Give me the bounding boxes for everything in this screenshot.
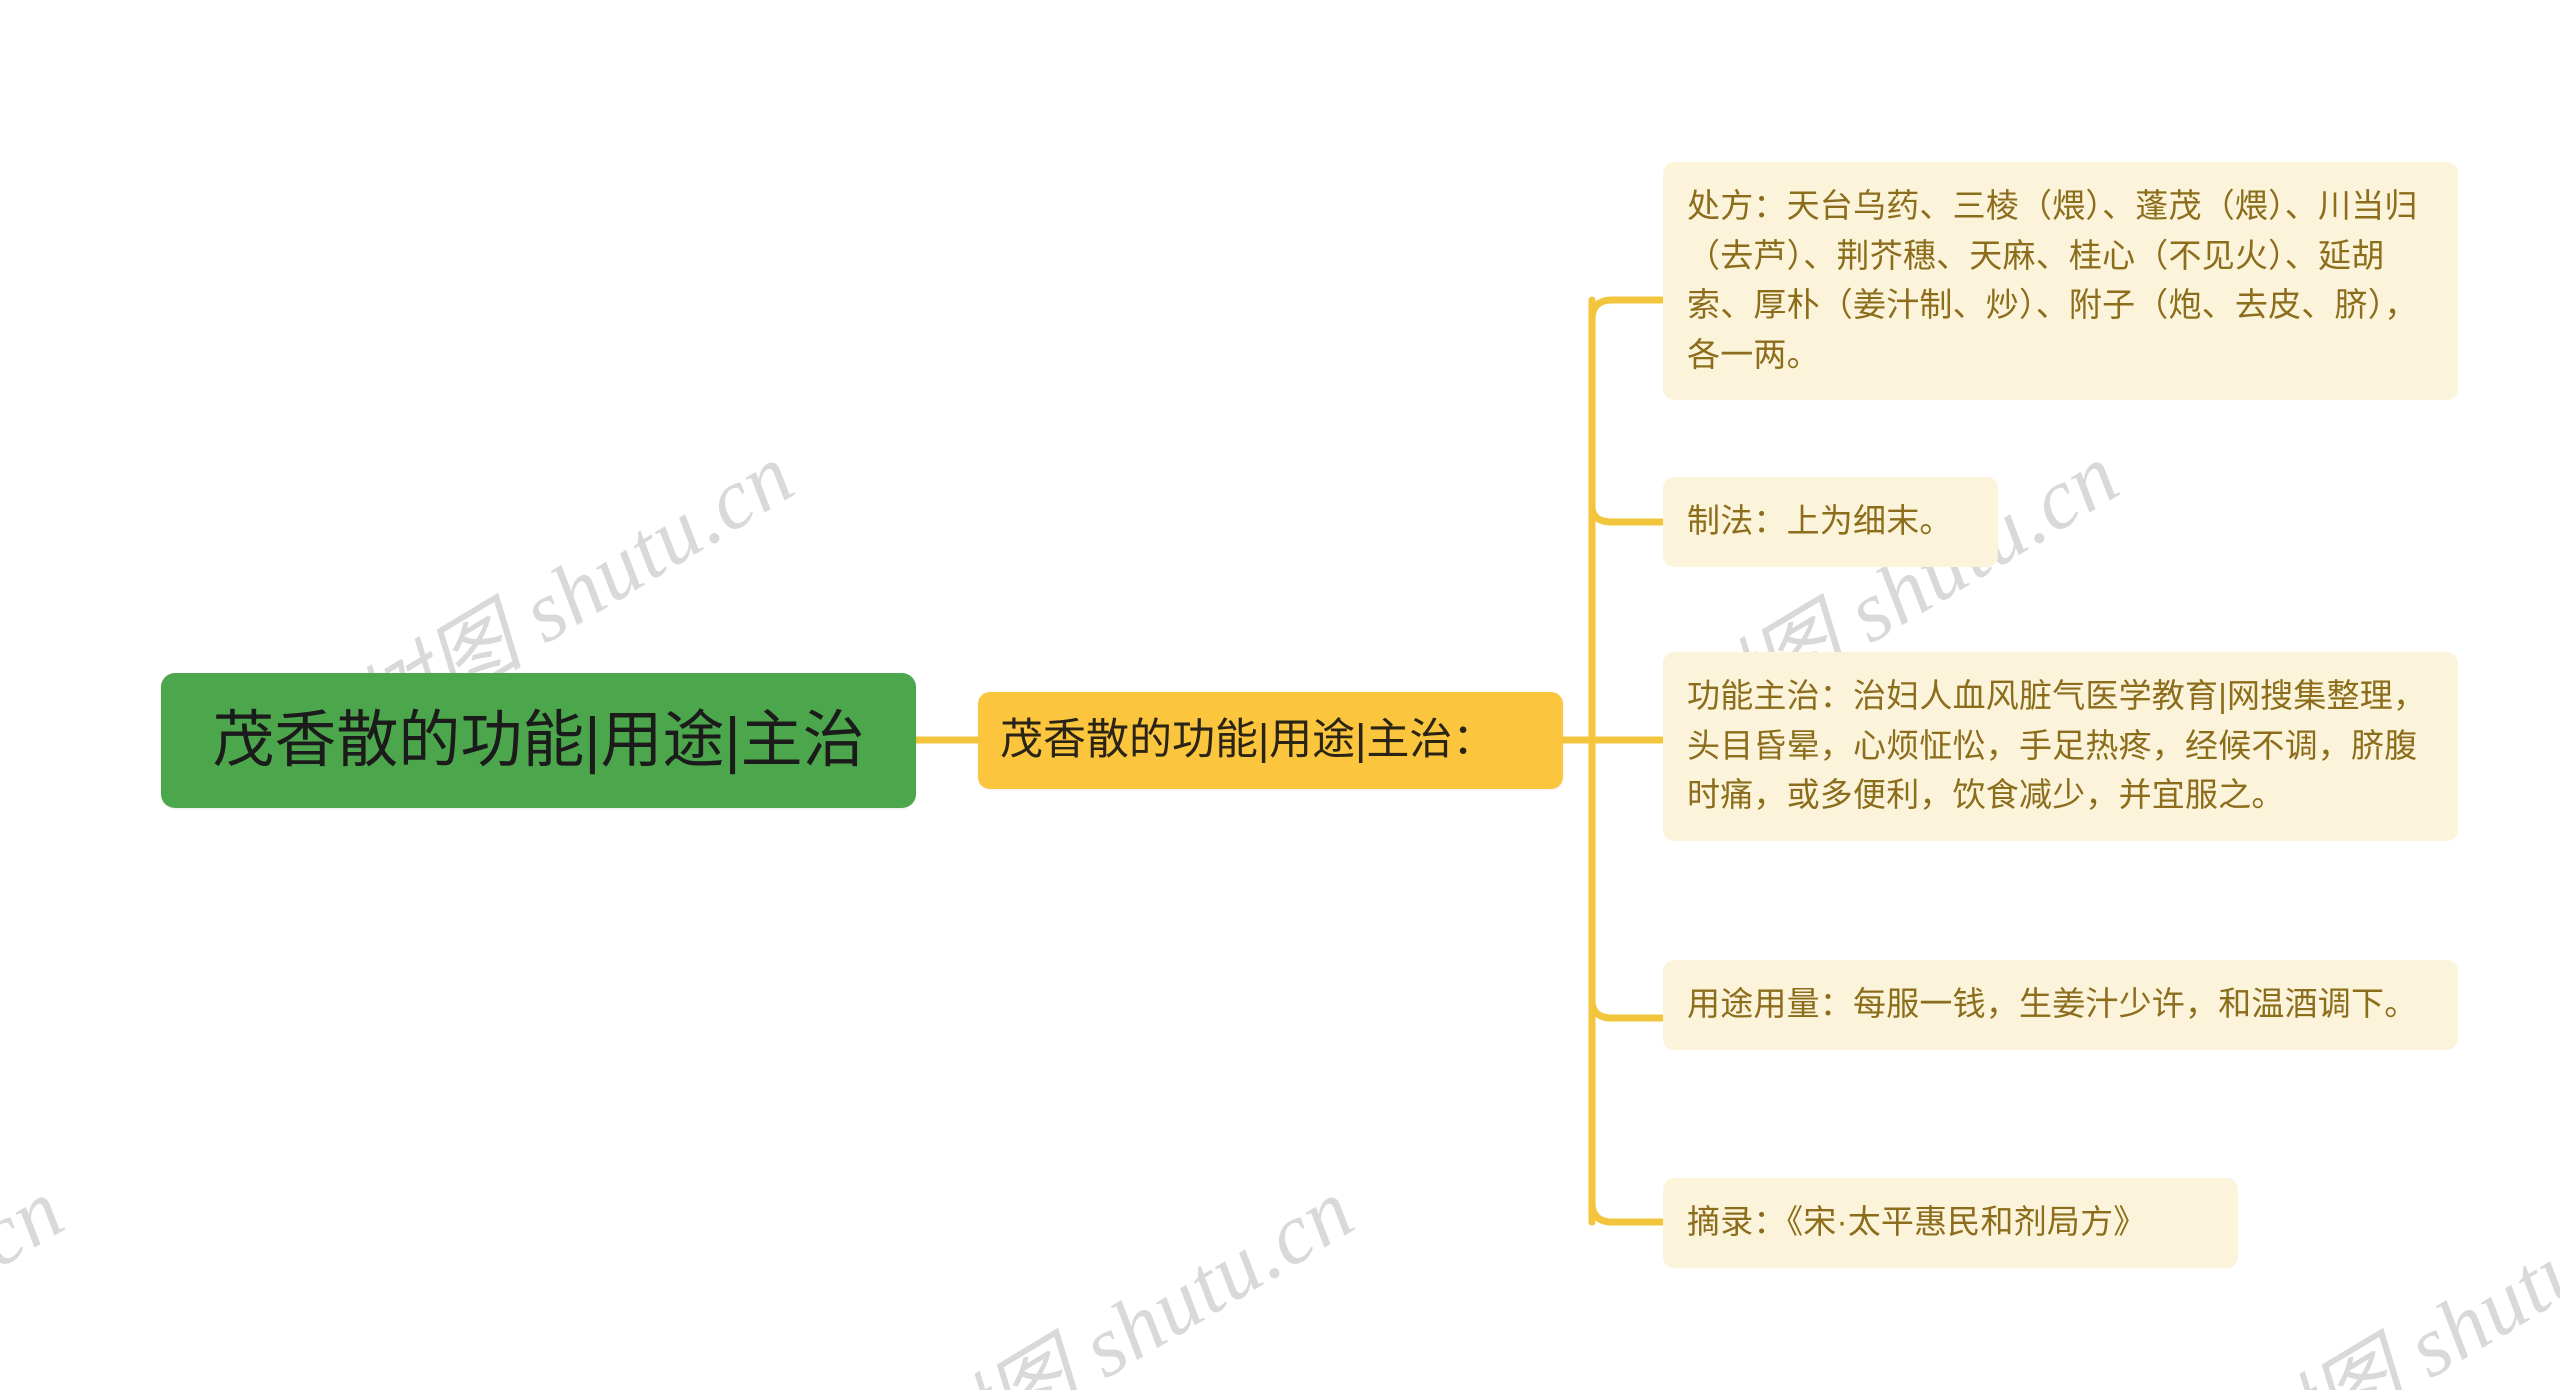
leaf-node-indications[interactable]: 功能主治：治妇人血风脏气医学教育|网搜集整理，头目昏晕，心烦怔忪，手足热疼，经候… <box>1663 652 2458 841</box>
link-to-leaf-4 <box>1588 1198 1667 1226</box>
branch-node-label: 茂香散的功能|用途|主治： <box>1000 715 1496 764</box>
root-node-label: 茂香散的功能|用途|主治 <box>212 705 865 775</box>
leaf-node-label: 处方：天台乌药、三棱（煨）、蓬茂（煨）、川当归（去芦）、荆芥穗、天麻、桂心（不见… <box>1687 187 2418 373</box>
leaf-node-dosage[interactable]: 用途用量：每服一钱，生姜汁少许，和温酒调下。 <box>1663 960 2458 1050</box>
leaf-node-label: 用途用量：每服一钱，生姜汁少许，和温酒调下。 <box>1687 985 2418 1022</box>
link-to-leaf-3 <box>1588 996 1667 1022</box>
leaf-node-label: 摘录：《宋·太平惠民和剂局方》 <box>1687 1203 2147 1240</box>
watermark-text: 树图 shutu.cn <box>896 1160 1370 1390</box>
watermark-text: 树图 shutu.cn <box>2222 1160 2560 1390</box>
link-to-leaf-1 <box>1588 502 1667 526</box>
leaf-node-source[interactable]: 摘录：《宋·太平惠民和剂局方》 <box>1663 1178 2238 1268</box>
leaf-node-label: 制法：上为细末。 <box>1687 502 1953 539</box>
mindmap-canvas: 茂香散的功能|用途|主治 茂香散的功能|用途|主治： 处方：天台乌药、三棱（煨）… <box>0 0 2560 1390</box>
link-to-leaf-0 <box>1588 296 1667 324</box>
leaf-node-label: 功能主治：治妇人血风脏气医学教育|网搜集整理，头目昏晕，心烦怔忪，手足热疼，经候… <box>1687 677 2427 813</box>
branch-node[interactable]: 茂香散的功能|用途|主治： <box>978 692 1563 789</box>
leaf-node-prescription[interactable]: 处方：天台乌药、三棱（煨）、蓬茂（煨）、川当归（去芦）、荆芥穗、天麻、桂心（不见… <box>1663 162 2458 400</box>
root-node[interactable]: 茂香散的功能|用途|主治 <box>161 673 916 808</box>
watermark-text: 树图 shutu.cn <box>0 1160 80 1390</box>
leaf-node-preparation[interactable]: 制法：上为细末。 <box>1663 477 1998 567</box>
